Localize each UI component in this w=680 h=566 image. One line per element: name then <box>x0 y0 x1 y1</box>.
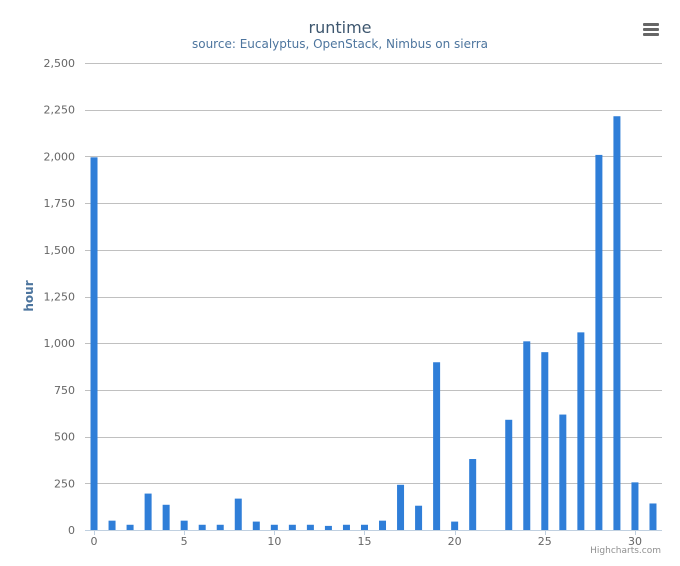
bar[interactable] <box>559 414 567 530</box>
bar[interactable] <box>324 525 332 530</box>
bar[interactable] <box>342 524 350 530</box>
y-axis-title: hour <box>22 280 36 311</box>
y-tick-label: 2,500 <box>44 57 76 70</box>
gridlines <box>85 63 662 484</box>
x-tick-label: 15 <box>357 535 371 548</box>
x-tick-label: 25 <box>538 535 552 548</box>
bar-series <box>90 116 657 531</box>
bar[interactable] <box>252 521 260 530</box>
bar[interactable] <box>397 484 405 530</box>
bar[interactable] <box>180 520 188 530</box>
bar[interactable] <box>631 482 639 530</box>
chart: 02505007501,0001,2501,5001,7502,0002,250… <box>22 18 662 556</box>
bar[interactable] <box>415 505 423 530</box>
bar[interactable] <box>234 498 242 530</box>
x-tick-label: 0 <box>91 535 98 548</box>
bar[interactable] <box>433 362 441 530</box>
x-axis <box>85 530 662 535</box>
y-tick-label: 1,250 <box>44 291 76 304</box>
bar[interactable] <box>541 352 549 530</box>
y-tick-label: 2,250 <box>44 104 76 117</box>
x-tick-label: 20 <box>448 535 462 548</box>
bar[interactable] <box>577 332 585 530</box>
bar[interactable] <box>360 524 368 530</box>
bar[interactable] <box>451 521 459 530</box>
x-axis-labels: 0 5 10 15 20 25 30 <box>91 535 642 548</box>
bar[interactable] <box>162 504 170 530</box>
y-tick-label: 0 <box>68 524 75 537</box>
bar[interactable] <box>216 524 224 530</box>
bar[interactable] <box>523 341 531 530</box>
x-tick-label: 10 <box>267 535 281 548</box>
y-tick-label: 1,000 <box>44 337 76 350</box>
bar[interactable] <box>613 116 621 530</box>
credits-link[interactable]: Highcharts.com <box>590 546 661 556</box>
bar[interactable] <box>288 524 296 530</box>
bar[interactable] <box>469 459 477 530</box>
bar[interactable] <box>379 520 387 530</box>
bar[interactable] <box>108 520 116 530</box>
bar[interactable] <box>306 524 314 530</box>
chart-subtitle: source: Eucalyptus, OpenStack, Nimbus on… <box>192 37 488 51</box>
bar[interactable] <box>649 503 657 530</box>
bar[interactable] <box>595 154 603 531</box>
bar[interactable] <box>505 419 513 530</box>
bar[interactable] <box>144 493 152 530</box>
y-axis: 0 250 500 750 1,000 1,250 1,500 1,750 2,000 2,250… <box>44 57 76 537</box>
bar[interactable] <box>270 524 278 530</box>
bar[interactable] <box>126 524 134 530</box>
bar[interactable] <box>90 157 98 531</box>
y-tick-label: 1,750 <box>44 197 76 210</box>
y-tick-label: 2,000 <box>44 150 76 163</box>
y-tick-label: 750 <box>54 384 75 397</box>
y-tick-label: 1,500 <box>44 244 76 257</box>
y-tick-label: 500 <box>54 431 75 444</box>
chart-title: runtime <box>308 18 371 37</box>
y-tick-label: 250 <box>54 477 75 490</box>
export-menu-button[interactable] <box>636 16 666 44</box>
bar[interactable] <box>198 524 206 530</box>
x-tick-label: 5 <box>181 535 188 548</box>
